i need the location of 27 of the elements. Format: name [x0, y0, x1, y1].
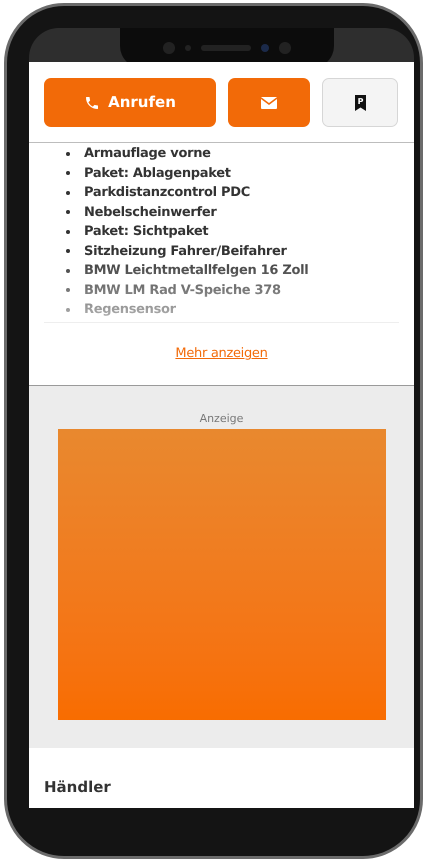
bullet-icon	[66, 152, 70, 156]
parking-bookmark-button[interactable]: P	[322, 78, 398, 127]
phone-icon	[84, 94, 100, 110]
equipment-item: Regensensor	[84, 301, 176, 319]
show-more-link[interactable]: Mehr anzeigen	[175, 344, 268, 364]
bullet-icon	[66, 308, 70, 312]
dealer-heading: Händler	[44, 777, 112, 798]
equipment-item: Armauflage vorne	[84, 145, 211, 163]
bullet-icon	[66, 190, 70, 195]
bullet-icon	[66, 210, 70, 214]
equipment-item: Parkdistanzcontrol PDC	[84, 184, 250, 202]
bullet-icon	[66, 230, 70, 234]
email-button[interactable]	[228, 78, 310, 127]
call-button[interactable]: Anrufen	[44, 78, 216, 127]
equipment-item: Paket: Sichtpaket	[84, 223, 208, 241]
ad-label: Anzeige	[200, 412, 244, 426]
equipment-item: Sitzheizung Fahrer/Beifahrer	[84, 242, 287, 260]
envelope-icon	[261, 96, 277, 108]
equipment-item: BMW Leichtmetallfelgen 16 Zoll	[84, 262, 308, 280]
bullet-icon	[66, 288, 70, 292]
bullet-icon	[66, 171, 70, 176]
parking-bookmark-icon: P	[354, 94, 366, 110]
bullet-icon	[66, 249, 70, 254]
equipment-item: Paket: Ablagenpaket	[84, 164, 231, 182]
bullet-icon	[66, 268, 70, 273]
equipment-item: Nebelscheinwerfer	[84, 204, 217, 222]
equipment-item: BMW LM Rad V-Speiche 378	[84, 282, 281, 300]
